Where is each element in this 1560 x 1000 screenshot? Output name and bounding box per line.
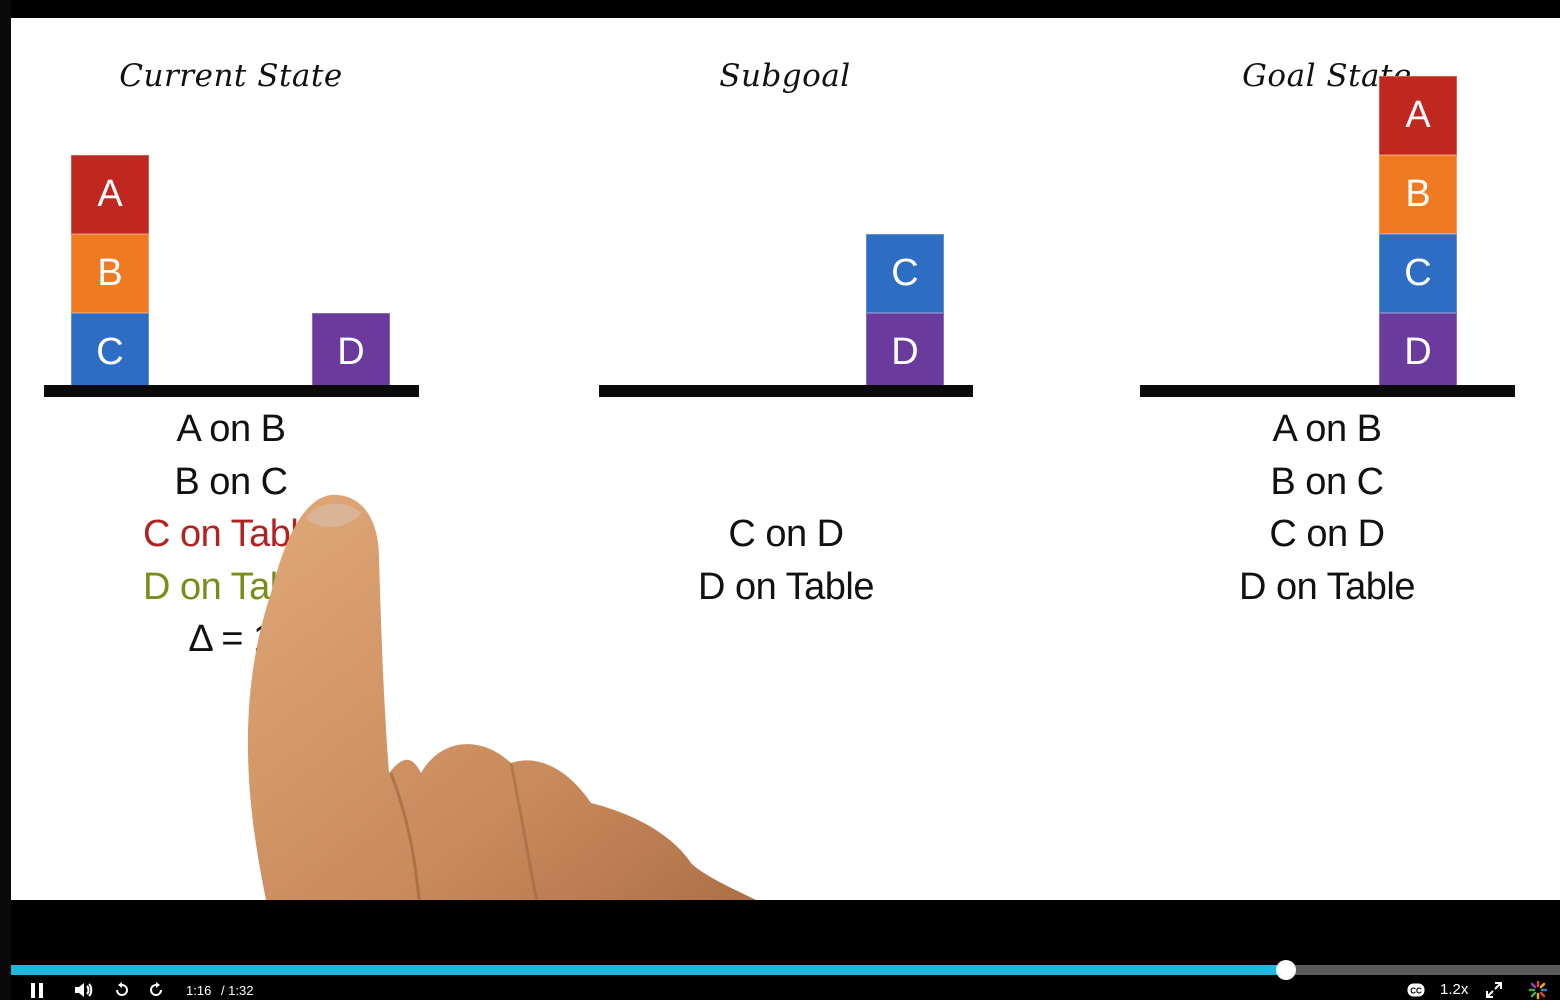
predicate: A on B [176,408,286,450]
left-edge [0,0,11,1000]
forward-button[interactable] [147,980,165,1000]
block-a-goal: A [1379,76,1457,155]
current-table [44,385,419,397]
rewind-button[interactable] [113,980,131,1000]
predicate: D on Table [1239,565,1415,608]
logo-icon [1528,980,1548,1000]
fullscreen-button[interactable] [1485,980,1503,1000]
progress-bar[interactable] [11,960,1560,980]
playback-speed[interactable]: 1.2x [1440,981,1468,998]
cc-icon: CC [1407,983,1425,997]
block-d-goal: D [1379,313,1457,392]
progress-handle[interactable] [1275,960,1296,980]
pause-button[interactable] [28,980,48,1000]
block-a-current: A [71,155,149,234]
block-c-current: C [71,313,149,392]
forward-icon [150,982,162,996]
goal-table [1140,385,1515,397]
block-c-subgoal: C [866,234,944,313]
block-d-current: D [312,313,390,392]
progress-fill [11,965,1286,975]
current-state-title: Current State [119,58,343,94]
duration: / 1:32 [220,983,254,998]
block-b-current: B [71,234,149,313]
volume-button[interactable] [73,980,95,1000]
presenter-hand [247,494,757,900]
pause-icon [31,983,43,998]
subgoal-table [599,385,973,397]
volume-icon [75,983,93,997]
fullscreen-icon [1486,982,1502,998]
subgoal-title: Subgoal [719,58,851,94]
predicate: C on D [1269,513,1385,555]
captions-button[interactable]: CC [1407,980,1425,1000]
svg-text:CC: CC [1410,987,1422,996]
time-display: 1:16 / 1:32 [186,983,253,998]
block-d-subgoal: D [866,313,944,392]
current-time: 1:16 [186,983,212,998]
top-bar [0,0,1560,18]
block-b-goal: B [1379,155,1457,234]
predicate: A on B [1272,408,1382,450]
block-c-goal: C [1379,234,1457,313]
logo [1528,980,1548,1000]
goal-predicates: A on B B on C C on D D on Table [1137,403,1517,613]
predicate: B on C [1270,460,1384,503]
video-frame[interactable]: Current State A B C D A on B B on C C on… [11,18,1560,900]
rewind-icon [116,982,128,996]
